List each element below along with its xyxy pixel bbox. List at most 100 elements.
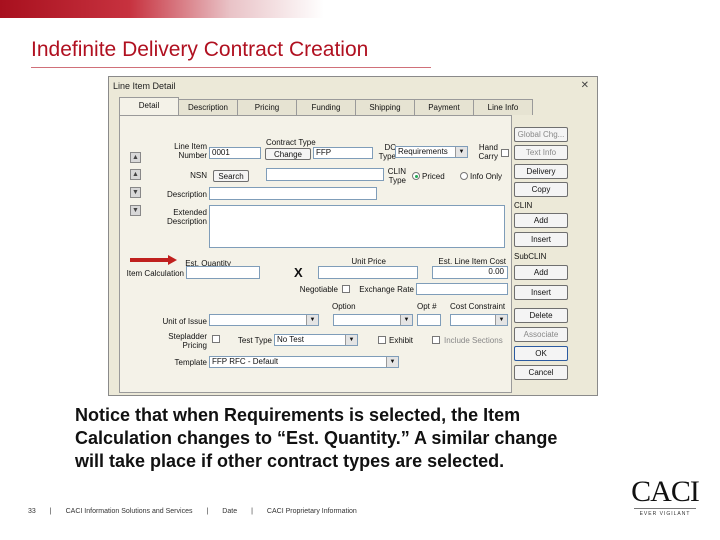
dialog-title: Line Item Detail [113,81,176,91]
stepladder-checkbox[interactable] [212,335,220,343]
priced-label: Priced [422,172,445,181]
exhibit-label: Exhibit [389,336,414,345]
priced-radio[interactable] [412,172,420,180]
close-icon[interactable]: ✕ [581,80,589,91]
dc-type-value: Requirements [398,147,448,156]
negotiable-label: Negotiable [299,285,338,294]
subclin-group-label: SubCLIN [514,252,547,261]
exchange-rate-field[interactable] [416,283,508,295]
tab-description[interactable]: Description [178,99,238,115]
red-arrow-icon [130,255,178,265]
delete-button[interactable]: Delete [514,308,568,323]
extended-description-field[interactable] [209,205,505,248]
negotiable-checkbox[interactable] [342,285,350,293]
ok-button[interactable]: OK [514,346,568,361]
chevron-down-icon: ▼ [400,315,412,325]
template-label: Template [174,358,207,367]
exhibit-checkbox[interactable] [378,336,386,344]
est-line-item-cost-label: Est. Line Item Cost [438,257,506,266]
logo-wordmark: CACI [631,475,700,508]
option-label: Option [332,302,356,311]
contract-type-field[interactable]: FFP [313,147,373,159]
clin-group-label: CLIN [514,201,533,210]
tab-shipping[interactable]: Shipping [355,99,415,115]
description-field[interactable] [209,187,377,200]
subclin-add-button[interactable]: Add [514,265,568,280]
tab-funding[interactable]: Funding [296,99,356,115]
item-calculation-label: Item Calculation [126,269,184,278]
tab-payment[interactable]: Payment [414,99,474,115]
notice-text: Notice that when Requirements is selecte… [75,405,558,471]
cost-constraint-label: Cost Constraint [450,302,506,311]
info-only-radio[interactable] [460,172,468,180]
exchange-rate-label: Exchange Rate [359,285,414,294]
unit-price-field[interactable] [318,266,418,279]
include-sections-label: Include Sections [444,336,503,345]
up-arrow-icon[interactable]: ▲ [130,152,141,163]
text-info-button[interactable]: Text Info [514,145,568,160]
tab-line-info[interactable]: Line Info [473,99,533,115]
page-number: 33 [28,508,36,515]
template-value: FFP RFC - Default [212,357,279,366]
change-button[interactable]: Change [265,148,311,160]
stepladder-pricing-label: Stepladder Pricing [168,332,207,350]
footer-date: Date [222,508,238,515]
dc-type-select[interactable]: Requirements ▼ [395,146,468,158]
nsn-field[interactable] [266,168,384,181]
unit-of-issue-select[interactable]: ▼ [209,314,319,326]
option-select[interactable]: ▼ [333,314,413,326]
footer-separator: | [251,508,253,515]
arrow-shaft [130,258,170,262]
opt-num-field[interactable] [417,314,441,326]
est-quantity-field[interactable] [186,266,260,279]
cost-constraint-select[interactable]: ▼ [450,314,508,326]
footer-proprietary: CACI Proprietary Information [266,508,357,515]
multiply-sign: X [294,265,303,280]
opt-num-label: Opt # [417,302,437,311]
slide-title: Indefinite Delivery Contract Creation [31,38,369,61]
test-type-value: No Test [277,335,304,344]
contract-type-label: Contract Type [266,138,316,147]
tab-bar: Detail Description Pricing Funding Shipp… [119,97,533,115]
extended-description-label: Extended Description [166,208,207,226]
global-change-button[interactable]: Global Chg... [514,127,568,142]
search-button[interactable]: Search [213,170,249,182]
test-type-select[interactable]: No Test ▼ [274,334,358,346]
arrow-head [168,255,177,265]
footer-company: CACI Information Solutions and Services [65,508,193,515]
line-item-field[interactable]: 0001 [209,147,261,159]
up-arrow-icon[interactable]: ▲ [130,169,141,180]
tab-detail[interactable]: Detail [119,97,179,115]
chevron-down-icon: ▼ [386,357,398,367]
description-label: Description [166,190,207,199]
tab-pricing[interactable]: Pricing [237,99,297,115]
chevron-down-icon: ▼ [306,315,318,325]
dc-type-label: DC Type [378,143,396,161]
footer-separator: | [206,508,209,515]
unit-of-issue-label: Unit of Issue [162,317,207,326]
nsn-label: NSN [190,171,207,180]
chevron-down-icon: ▼ [345,335,357,345]
template-select[interactable]: FFP RFC - Default ▼ [209,356,399,368]
caci-logo: CACI EVER VIGILANT [630,476,700,522]
logo-tagline: EVER VIGILANT [634,508,696,517]
hand-carry-checkbox[interactable] [501,149,509,157]
clin-add-button[interactable]: Add [514,213,568,228]
line-item-label: Line Item Number [174,142,207,160]
footer: 33 | CACI Information Solutions and Serv… [28,508,357,515]
chevron-down-icon: ▼ [495,315,507,325]
clin-insert-button[interactable]: Insert [514,232,568,247]
chevron-down-icon: ▼ [455,147,467,157]
include-sections-checkbox[interactable] [432,336,440,344]
subclin-insert-button[interactable]: Insert [514,285,568,300]
associate-button[interactable]: Associate [514,327,568,342]
delivery-button[interactable]: Delivery [514,164,568,179]
top-accent-bar [0,0,720,18]
est-line-item-cost-field: 0.00 [432,266,508,279]
unit-price-label: Unit Price [351,257,386,266]
copy-button[interactable]: Copy [514,182,568,197]
detail-panel: ▲ ▲ ▼ ▼ Line Item Number 0001 Contract T… [119,115,512,393]
down-arrow-icon[interactable]: ▼ [130,205,141,216]
cancel-button[interactable]: Cancel [514,365,568,380]
down-arrow-icon[interactable]: ▼ [130,187,141,198]
